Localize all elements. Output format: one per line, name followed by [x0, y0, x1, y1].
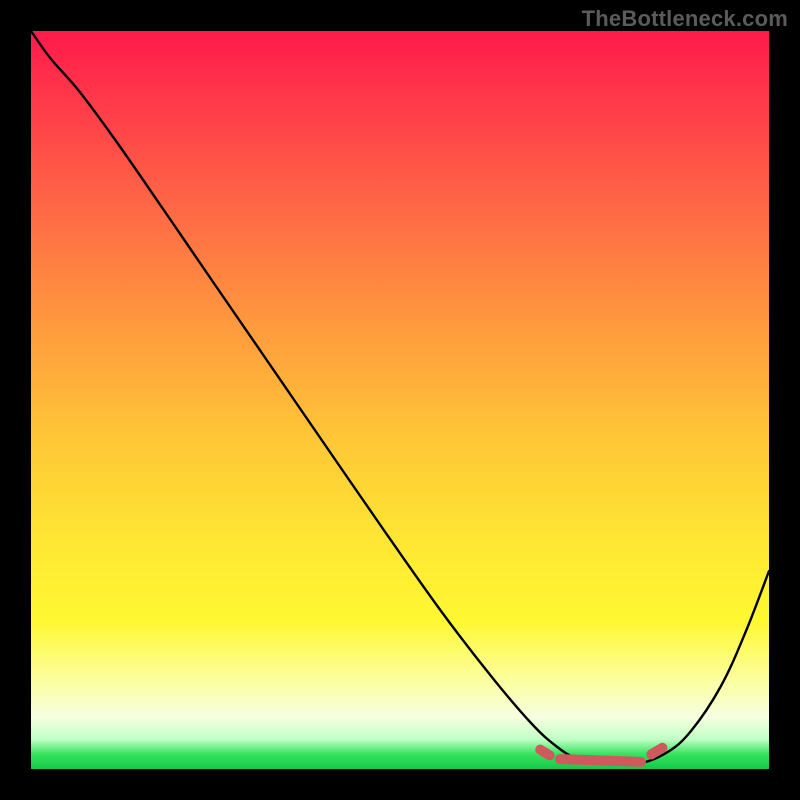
highlight-segment [533, 743, 556, 763]
chart-frame: TheBottleneck.com [0, 0, 800, 800]
watermark-label: TheBottleneck.com [582, 6, 788, 32]
highlight-segment [644, 741, 669, 762]
highlight-segment [555, 754, 646, 767]
plot-area [31, 31, 769, 769]
highlight-segments [31, 31, 769, 769]
